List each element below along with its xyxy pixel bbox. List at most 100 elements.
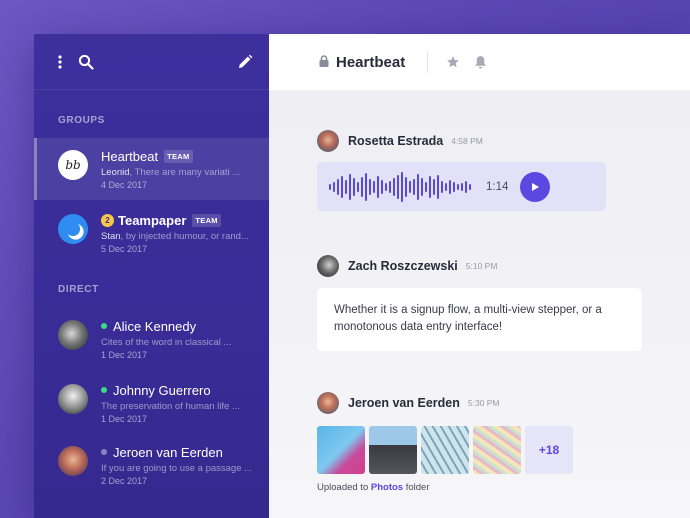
voice-duration: 1:14 <box>486 180 509 193</box>
upload-caption-prefix: Uploaded to <box>317 482 371 493</box>
online-status-dot <box>101 323 107 329</box>
sidebar-item-heartbeat[interactable]: bb Heartbeat TEAM Leonid, There are many… <box>34 138 269 200</box>
sidebar-item-jeroen-van-eerden[interactable]: Jeroen van Eerden If you are going to us… <box>34 434 269 496</box>
photos-folder-link[interactable]: Photos <box>371 482 403 493</box>
waveform-bar <box>333 181 335 192</box>
waveform-bar <box>469 183 471 190</box>
bell-icon[interactable] <box>474 55 487 69</box>
photo-thumbnail[interactable] <box>317 426 365 474</box>
waveform-bar <box>357 181 359 192</box>
waveform-bar <box>377 175 379 198</box>
team-badge: TEAM <box>192 213 221 227</box>
waveform-bar <box>397 174 399 199</box>
star-icon[interactable] <box>446 55 460 69</box>
voice-message: 1:14 <box>317 162 606 211</box>
waveform-bar <box>337 178 339 195</box>
waveform-bar <box>413 178 415 195</box>
search-icon[interactable] <box>78 54 94 70</box>
direct-section-title: DIRECT <box>58 284 99 295</box>
preview-text: , There are many variati ... <box>129 167 241 178</box>
waveform-bar <box>457 183 459 190</box>
more-photos-button[interactable]: +18 <box>525 426 573 474</box>
avatar <box>317 130 339 152</box>
waveform-bar <box>437 174 439 199</box>
conversation-date: 1 Dec 2017 <box>101 414 148 424</box>
message-preview: The preservation of human life ... <box>101 401 240 412</box>
upload-caption: Uploaded to Photos folder <box>317 482 429 493</box>
waveform-bar <box>381 179 383 194</box>
sidebar: GROUPS bb Heartbeat TEAM Leonid, There a… <box>34 34 269 518</box>
avatar <box>58 384 88 414</box>
waveform-bar <box>341 175 343 198</box>
sidebar-item-alice-kennedy[interactable]: Alice Kennedy Cites of the word in class… <box>34 308 269 370</box>
waveform-bar <box>365 172 367 201</box>
conversation-name: Alice Kennedy <box>113 318 197 334</box>
waveform-bar <box>425 181 427 192</box>
channel-name: Heartbeat <box>336 53 406 71</box>
waveform-bar <box>329 183 331 190</box>
avatar <box>58 320 88 350</box>
waveform-bar <box>445 182 447 191</box>
conversation-name: Jeroen van Eerden <box>113 444 223 460</box>
waveform-bar <box>373 180 375 193</box>
waveform-bar <box>393 177 395 196</box>
sidebar-toolbar <box>34 34 269 90</box>
photo-attachments: +18 <box>317 426 573 474</box>
more-vertical-icon[interactable] <box>56 54 64 69</box>
sidebar-item-teampaper[interactable]: 2 Teampaper TEAM Stan, by injected humou… <box>34 202 269 264</box>
message-preview: Stan, by injected humour, or rand... <box>101 231 257 242</box>
compose-icon[interactable] <box>237 54 253 70</box>
conversation-date: 1 Dec 2017 <box>101 350 148 360</box>
conversation-name: Heartbeat <box>101 148 159 164</box>
waveform-bar <box>449 179 451 194</box>
photo-thumbnail[interactable] <box>369 426 417 474</box>
message-time: 4:58 PM <box>451 136 483 146</box>
waveform-bar <box>465 180 467 193</box>
conversation-date: 5 Dec 2017 <box>101 244 148 254</box>
conversation-name: Teampaper <box>118 212 187 228</box>
chat-header: Heartbeat <box>269 34 690 90</box>
play-icon <box>532 182 540 191</box>
photo-thumbnail[interactable] <box>473 426 521 474</box>
waveform-bar <box>405 176 407 197</box>
waveform-bar <box>361 176 363 197</box>
waveform-bar <box>385 182 387 191</box>
upload-caption-suffix: folder <box>403 482 430 493</box>
preview-sender: Stan <box>101 231 121 242</box>
team-badge: TEAM <box>164 149 193 163</box>
chat-panel: Heartbeat Rosetta Estrada 4:58 PM 1:14 Z… <box>269 34 690 518</box>
waveform-bar <box>441 180 443 193</box>
unread-count-badge: 2 <box>101 213 114 227</box>
waveform-bar <box>421 177 423 196</box>
avatar <box>317 392 339 414</box>
waveform-bar <box>429 175 431 198</box>
sidebar-item-johnny-guerrero[interactable]: Johnny Guerrero The preservation of huma… <box>34 372 269 434</box>
moon-icon <box>68 224 84 240</box>
message-preview: Leonid, There are many variati ... <box>101 167 257 178</box>
waveform[interactable] <box>329 171 471 202</box>
waveform-bar <box>389 180 391 193</box>
avatar: bb <box>58 150 88 180</box>
lock-icon <box>319 54 329 71</box>
play-button[interactable] <box>520 171 551 202</box>
waveform-bar <box>409 180 411 193</box>
message-author: Rosetta Estrada <box>348 134 444 148</box>
offline-status-dot <box>101 449 107 455</box>
conversation-date: 2 Dec 2017 <box>101 476 148 486</box>
waveform-bar <box>345 179 347 194</box>
avatar <box>58 446 88 476</box>
message-header: Jeroen van Eerden 5:30 PM <box>317 392 500 414</box>
online-status-dot <box>101 387 107 393</box>
message-list: Rosetta Estrada 4:58 PM 1:14 Zach Roszcz… <box>269 90 690 518</box>
message-preview: Cites of the word in classical ... <box>101 337 232 348</box>
message-time: 5:10 PM <box>465 261 498 271</box>
preview-text: , by injected humour, or rand... <box>120 231 249 242</box>
photo-thumbnail[interactable] <box>421 426 469 474</box>
header-divider <box>427 51 429 73</box>
groups-section-title: GROUPS <box>58 115 105 126</box>
channel-title: Heartbeat <box>319 54 405 71</box>
waveform-bar <box>349 173 351 200</box>
conversation-name: Johnny Guerrero <box>113 382 211 398</box>
waveform-bar <box>433 178 435 195</box>
waveform-bar <box>401 171 403 202</box>
